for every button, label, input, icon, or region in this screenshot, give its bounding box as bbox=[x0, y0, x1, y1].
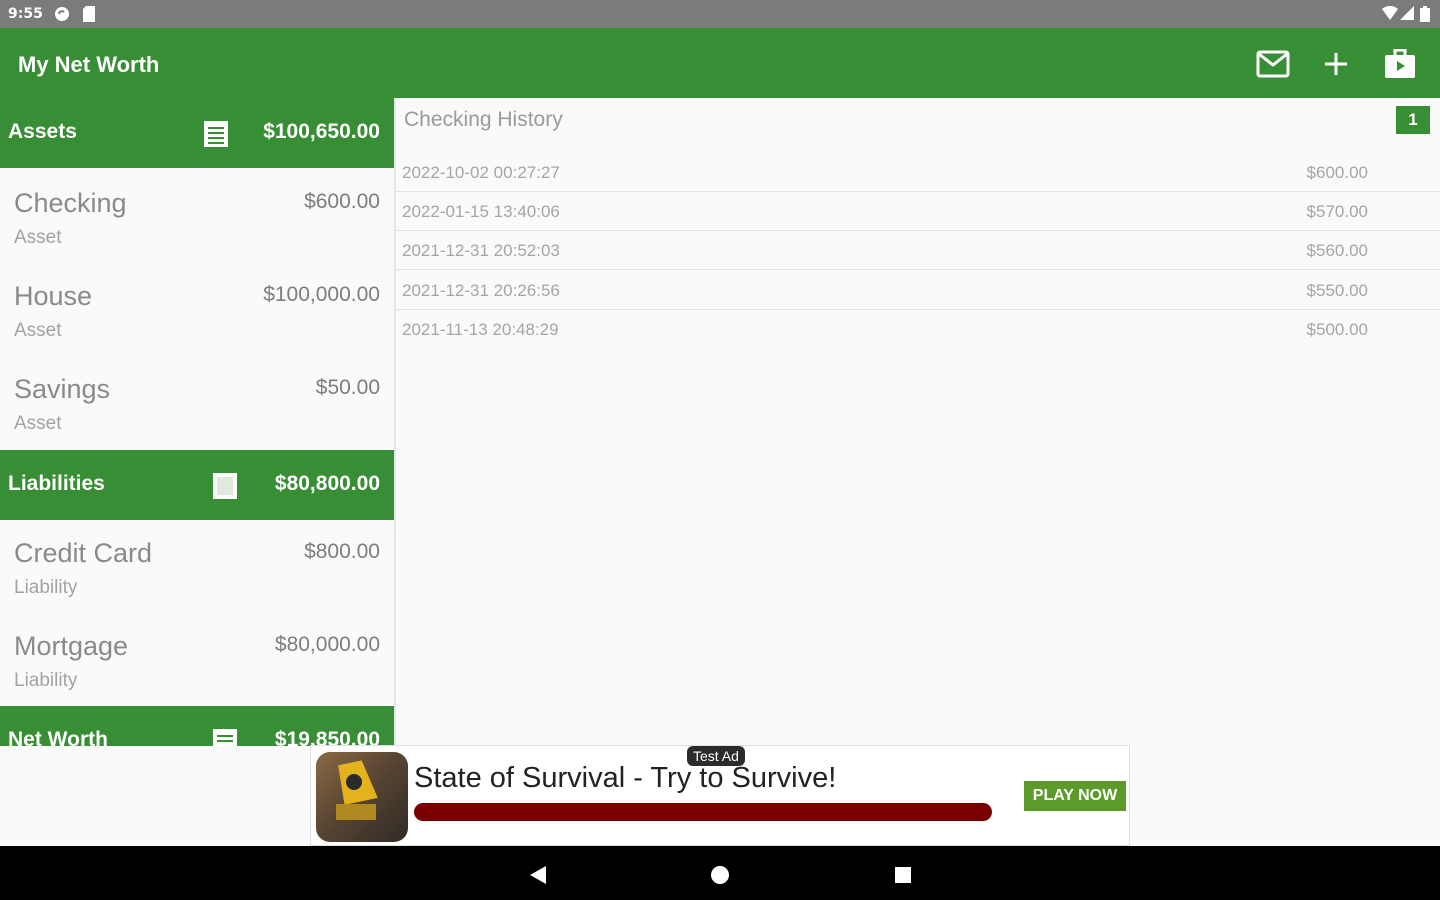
history-date: 2021-12-31 20:52:03 bbox=[402, 241, 560, 260]
net-worth-total: $19,850.00 bbox=[274, 728, 380, 746]
account-name: Savings bbox=[14, 374, 111, 404]
navigation-bar bbox=[0, 846, 1440, 900]
account-name: Credit Card bbox=[14, 538, 153, 568]
wifi-icon bbox=[1382, 5, 1398, 25]
history-value: $570.00 bbox=[1306, 202, 1368, 221]
document-icon[interactable] bbox=[203, 120, 229, 153]
account-type: Asset bbox=[14, 413, 62, 434]
liabilities-label: Liabilities bbox=[8, 472, 105, 495]
account-amount: $50.00 bbox=[315, 376, 380, 399]
sync-icon bbox=[54, 6, 70, 27]
ad-game-thumbnail bbox=[316, 752, 408, 842]
account-row-house[interactable]: House Asset $100,000.00 bbox=[0, 263, 394, 356]
document-icon[interactable] bbox=[212, 472, 238, 505]
document-icon[interactable] bbox=[212, 728, 238, 746]
history-row[interactable]: 2021-11-13 20:48:29 $500.00 bbox=[396, 309, 1440, 348]
account-type: Asset bbox=[14, 227, 62, 248]
history-value: $560.00 bbox=[1306, 241, 1368, 260]
recents-button[interactable] bbox=[891, 863, 915, 887]
back-button[interactable] bbox=[526, 863, 550, 887]
account-row-credit-card[interactable]: Credit Card Liability $800.00 bbox=[0, 520, 394, 613]
history-count-badge[interactable]: 1 bbox=[1396, 106, 1430, 134]
net-worth-header[interactable]: Net Worth $19,850.00 bbox=[0, 706, 394, 746]
account-amount: $800.00 bbox=[304, 540, 380, 563]
liabilities-total: $80,800.00 bbox=[274, 472, 380, 495]
assets-header[interactable]: Assets $100,650.00 bbox=[0, 98, 394, 168]
history-value: $550.00 bbox=[1306, 281, 1368, 300]
app-title: My Net Worth bbox=[18, 52, 160, 77]
sd-card-icon bbox=[83, 6, 95, 27]
mail-button[interactable] bbox=[1253, 44, 1293, 84]
assets-label: Assets bbox=[8, 120, 77, 143]
battery-icon bbox=[1420, 6, 1430, 27]
add-icon bbox=[1325, 53, 1347, 75]
ad-banner[interactable]: Test Ad State of Survival - Try to Survi… bbox=[310, 745, 1130, 846]
account-row-mortgage[interactable]: Mortgage Liability $80,000.00 bbox=[0, 613, 394, 706]
account-name: House bbox=[14, 281, 93, 311]
account-amount: $600.00 bbox=[304, 190, 380, 213]
history-value: $500.00 bbox=[1306, 320, 1368, 339]
account-type: Asset bbox=[14, 320, 62, 341]
liabilities-header[interactable]: Liabilities $80,800.00 bbox=[0, 450, 394, 520]
history-date: 2022-01-15 13:40:06 bbox=[402, 202, 560, 221]
account-name: Mortgage bbox=[14, 631, 129, 661]
history-title: Checking History bbox=[404, 108, 563, 131]
add-button[interactable] bbox=[1316, 44, 1356, 84]
history-row[interactable]: 2022-10-02 00:27:27 $600.00 bbox=[396, 152, 1440, 192]
history-date: 2021-11-13 20:48:29 bbox=[402, 320, 559, 339]
accounts-panel: Assets $100,650.00 Checking Asset $600.0… bbox=[0, 98, 396, 746]
account-type: Liability bbox=[14, 670, 78, 691]
account-amount: $80,000.00 bbox=[274, 633, 380, 656]
history-date: 2022-10-02 00:27:27 bbox=[402, 163, 560, 182]
account-row-savings[interactable]: Savings Asset $50.00 bbox=[0, 356, 394, 449]
recents-icon bbox=[895, 867, 911, 883]
account-row-checking[interactable]: Checking Asset $600.00 bbox=[0, 170, 394, 263]
mail-icon bbox=[1256, 50, 1290, 78]
status-bar: 9:55 bbox=[0, 0, 1440, 28]
status-time: 9:55 bbox=[8, 6, 43, 22]
assets-total: $100,650.00 bbox=[263, 120, 380, 143]
home-button[interactable] bbox=[708, 863, 732, 887]
history-row[interactable]: 2022-01-15 13:40:06 $570.00 bbox=[396, 191, 1440, 231]
history-row[interactable]: 2021-12-31 20:26:56 $550.00 bbox=[396, 270, 1440, 310]
history-value: $600.00 bbox=[1306, 163, 1368, 182]
net-worth-label: Net Worth bbox=[8, 728, 108, 746]
briefcase-icon bbox=[1385, 49, 1415, 78]
history-row[interactable]: 2021-12-31 20:52:03 $560.00 bbox=[396, 230, 1440, 270]
account-amount: $100,000.00 bbox=[263, 283, 380, 306]
export-button[interactable] bbox=[1380, 44, 1420, 84]
cell-signal-icon bbox=[1400, 6, 1414, 25]
ad-progress-bar bbox=[414, 803, 992, 821]
history-date: 2021-12-31 20:26:56 bbox=[402, 281, 560, 300]
ad-headline: State of Survival - Try to Survive! bbox=[414, 762, 837, 794]
home-icon bbox=[711, 866, 729, 884]
history-panel: Checking History 1 2022-10-02 00:27:27 $… bbox=[396, 98, 1440, 746]
app-bar: My Net Worth bbox=[0, 28, 1440, 98]
back-icon bbox=[530, 866, 546, 884]
play-now-button[interactable]: PLAY NOW bbox=[1024, 781, 1126, 811]
account-type: Liability bbox=[14, 577, 78, 598]
account-name: Checking bbox=[14, 188, 127, 218]
